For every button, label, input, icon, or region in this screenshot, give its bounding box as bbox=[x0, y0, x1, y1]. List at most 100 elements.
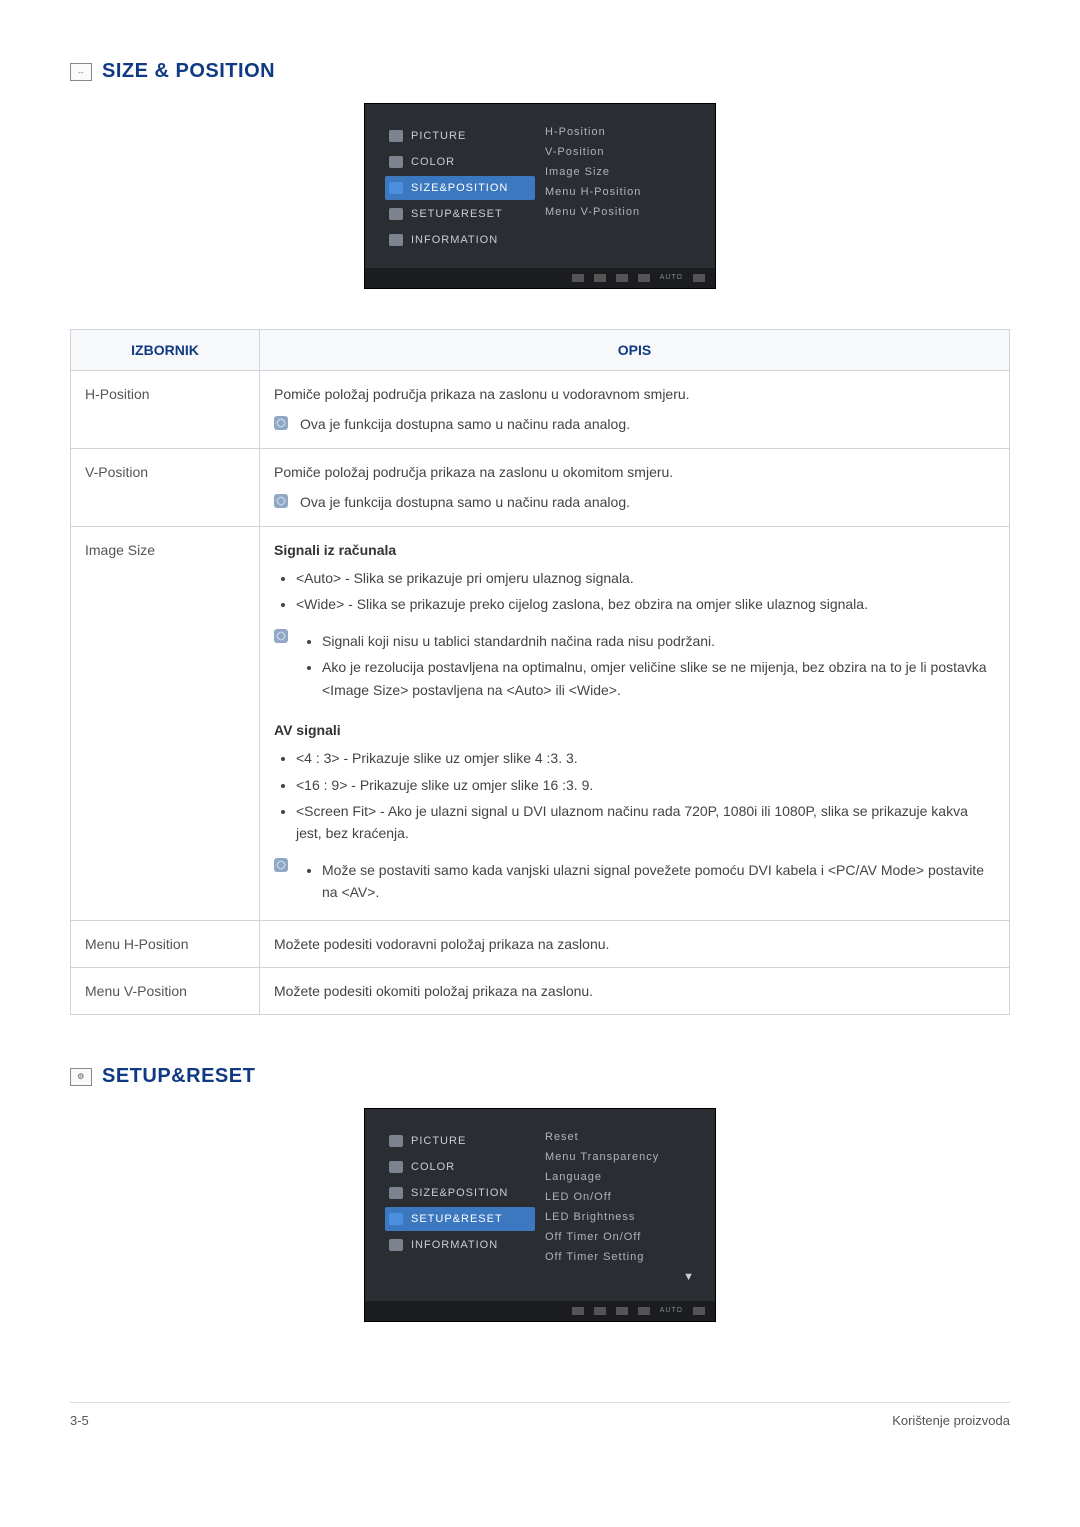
osd-screenshot-1: PICTURE COLOR SIZE&POSITION SETUP&RESET INFO… bbox=[70, 103, 1010, 289]
osd-menu-label: SIZE&POSITION bbox=[411, 182, 508, 194]
osd-screenshot-2: PICTURE COLOR SIZE&POSITION SETUP&RESET INFO… bbox=[70, 1108, 1010, 1322]
osd-option: LED On/Off bbox=[545, 1187, 695, 1207]
note-icon bbox=[274, 858, 288, 872]
menu-cell: V-Position bbox=[71, 448, 260, 526]
osd-option: H-Position bbox=[545, 122, 695, 142]
osd-menu-label: PICTURE bbox=[411, 1135, 466, 1147]
list-item: Signali koji nisu u tablici standardnih … bbox=[322, 630, 995, 652]
list-item: <Wide> - Slika se prikazuje preko cijelo… bbox=[296, 593, 995, 615]
footer-title: Korištenje proizvoda bbox=[892, 1413, 1010, 1428]
list-item: <4 : 3> - Prikazuje slike uz omjer slike… bbox=[296, 747, 995, 769]
menu-cell: Menu V-Position bbox=[71, 968, 260, 1015]
table-header-menu: IZBORNIK bbox=[71, 330, 260, 371]
bullet-list: Signali koji nisu u tablici standardnih … bbox=[300, 626, 995, 705]
note-icon bbox=[274, 494, 288, 508]
bullet-list: Može se postaviti samo kada vanjski ulaz… bbox=[300, 855, 995, 908]
osd-menu-item: PICTURE bbox=[385, 124, 535, 148]
osd-option: LED Brightness bbox=[545, 1207, 695, 1227]
osd-option: Language bbox=[545, 1167, 695, 1187]
desc-cell: Možete podesiti vodoravni položaj prikaz… bbox=[260, 920, 1010, 967]
subheading: AV signali bbox=[274, 719, 995, 741]
osd-menu-icon bbox=[389, 1239, 403, 1251]
osd-menu-icon bbox=[389, 1161, 403, 1173]
osd-menu-label: PICTURE bbox=[411, 130, 466, 142]
osd-menu-icon bbox=[389, 156, 403, 168]
osd-menu-icon bbox=[389, 130, 403, 142]
note-icon bbox=[274, 416, 288, 430]
size-position-icon: ↔ bbox=[70, 63, 92, 81]
bullet-list: <Auto> - Slika se prikazuje pri omjeru u… bbox=[274, 567, 995, 616]
osd-option: Off Timer On/Off bbox=[545, 1227, 695, 1247]
osd-nav-icon bbox=[638, 1307, 650, 1315]
osd-menu-item: COLOR bbox=[385, 150, 535, 174]
osd-option: Menu Transparency bbox=[545, 1147, 695, 1167]
osd-nav-icon bbox=[594, 1307, 606, 1315]
osd-option: V-Position bbox=[545, 142, 695, 162]
list-item: <16 : 9> - Prikazuje slike uz omjer slik… bbox=[296, 774, 995, 796]
list-item: Može se postaviti samo kada vanjski ulaz… bbox=[322, 859, 995, 904]
subheading: Signali iz računala bbox=[274, 539, 995, 561]
osd-menu-item: PICTURE bbox=[385, 1129, 535, 1153]
menu-table-size-position: IZBORNIK OPIS H-Position Pomiče položaj … bbox=[70, 329, 1010, 1015]
list-item: <Auto> - Slika se prikazuje pri omjeru u… bbox=[296, 567, 995, 589]
osd-nav-icon bbox=[594, 274, 606, 282]
desc-cell: Signali iz računala <Auto> - Slika se pr… bbox=[260, 526, 1010, 920]
page-number: 3-5 bbox=[70, 1413, 89, 1428]
menu-cell: Menu H-Position bbox=[71, 920, 260, 967]
table-row: V-Position Pomiče položaj područja prika… bbox=[71, 448, 1010, 526]
osd-option: Menu H-Position bbox=[545, 182, 695, 202]
desc-text: Pomiče položaj područja prikaza na zaslo… bbox=[274, 461, 995, 483]
osd-option: Off Timer Setting bbox=[545, 1247, 695, 1267]
osd-nav-icon bbox=[693, 1307, 705, 1315]
osd-menu-icon bbox=[389, 208, 403, 220]
osd-nav-icon bbox=[616, 1307, 628, 1315]
osd-menu-icon bbox=[389, 1187, 403, 1199]
note-text: Ova je funkcija dostupna samo u načinu r… bbox=[300, 491, 630, 513]
table-row: Menu V-Position Možete podesiti okomiti … bbox=[71, 968, 1010, 1015]
scroll-down-icon: ▼ bbox=[545, 1267, 695, 1287]
osd-menu-icon bbox=[389, 234, 403, 246]
osd-nav-icon bbox=[693, 274, 705, 282]
table-row: Image Size Signali iz računala <Auto> - … bbox=[71, 526, 1010, 920]
osd-menu-label: COLOR bbox=[411, 156, 455, 168]
table-row: H-Position Pomiče položaj područja prika… bbox=[71, 371, 1010, 449]
osd-menu-item: SETUP&RESET bbox=[385, 1207, 535, 1231]
list-item: Ako je rezolucija postavljena na optimal… bbox=[322, 656, 995, 701]
note-icon bbox=[274, 629, 288, 643]
osd-nav-icon bbox=[572, 1307, 584, 1315]
osd-menu-label: SETUP&RESET bbox=[411, 208, 503, 220]
setup-reset-icon: ⚙ bbox=[70, 1068, 92, 1086]
osd-menu-label: INFORMATION bbox=[411, 234, 498, 246]
desc-cell: Možete podesiti okomiti položaj prikaza … bbox=[260, 968, 1010, 1015]
osd-menu-icon bbox=[389, 1213, 403, 1225]
section-heading-setup-reset: ⚙ SETUP&RESET bbox=[70, 1065, 1010, 1088]
table-row: Menu H-Position Možete podesiti vodoravn… bbox=[71, 920, 1010, 967]
osd-option: Reset bbox=[545, 1127, 695, 1147]
section-heading-size-position: ↔ SIZE & POSITION bbox=[70, 60, 1010, 83]
osd-option: Image Size bbox=[545, 162, 695, 182]
list-item: <Screen Fit> - Ako je ulazni signal u DV… bbox=[296, 800, 995, 845]
osd-footer: AUTO bbox=[365, 1301, 715, 1321]
osd-auto-label: AUTO bbox=[660, 274, 683, 282]
osd-footer: AUTO bbox=[365, 268, 715, 288]
osd-option: Menu V-Position bbox=[545, 202, 695, 222]
osd-menu-icon bbox=[389, 1135, 403, 1147]
table-header-desc: OPIS bbox=[260, 330, 1010, 371]
section-title: SETUP&RESET bbox=[102, 1065, 255, 1088]
osd-menu-label: COLOR bbox=[411, 1161, 455, 1173]
desc-cell: Pomiče položaj područja prikaza na zaslo… bbox=[260, 448, 1010, 526]
osd-menu-label: SETUP&RESET bbox=[411, 1213, 503, 1225]
osd-menu-item: INFORMATION bbox=[385, 1233, 535, 1257]
osd-menu-item: SIZE&POSITION bbox=[385, 176, 535, 200]
document-page: ↔ SIZE & POSITION PICTURE COLOR SIZE&POSIT… bbox=[0, 0, 1080, 1468]
osd-auto-label: AUTO bbox=[660, 1307, 683, 1315]
desc-text: Pomiče položaj područja prikaza na zaslo… bbox=[274, 383, 995, 405]
osd-menu-item: SETUP&RESET bbox=[385, 202, 535, 226]
osd-menu-label: SIZE&POSITION bbox=[411, 1187, 508, 1199]
osd-nav-icon bbox=[572, 274, 584, 282]
desc-cell: Pomiče položaj područja prikaza na zaslo… bbox=[260, 371, 1010, 449]
section-title: SIZE & POSITION bbox=[102, 60, 275, 83]
menu-cell: Image Size bbox=[71, 526, 260, 920]
menu-cell: H-Position bbox=[71, 371, 260, 449]
osd-nav-icon bbox=[638, 274, 650, 282]
